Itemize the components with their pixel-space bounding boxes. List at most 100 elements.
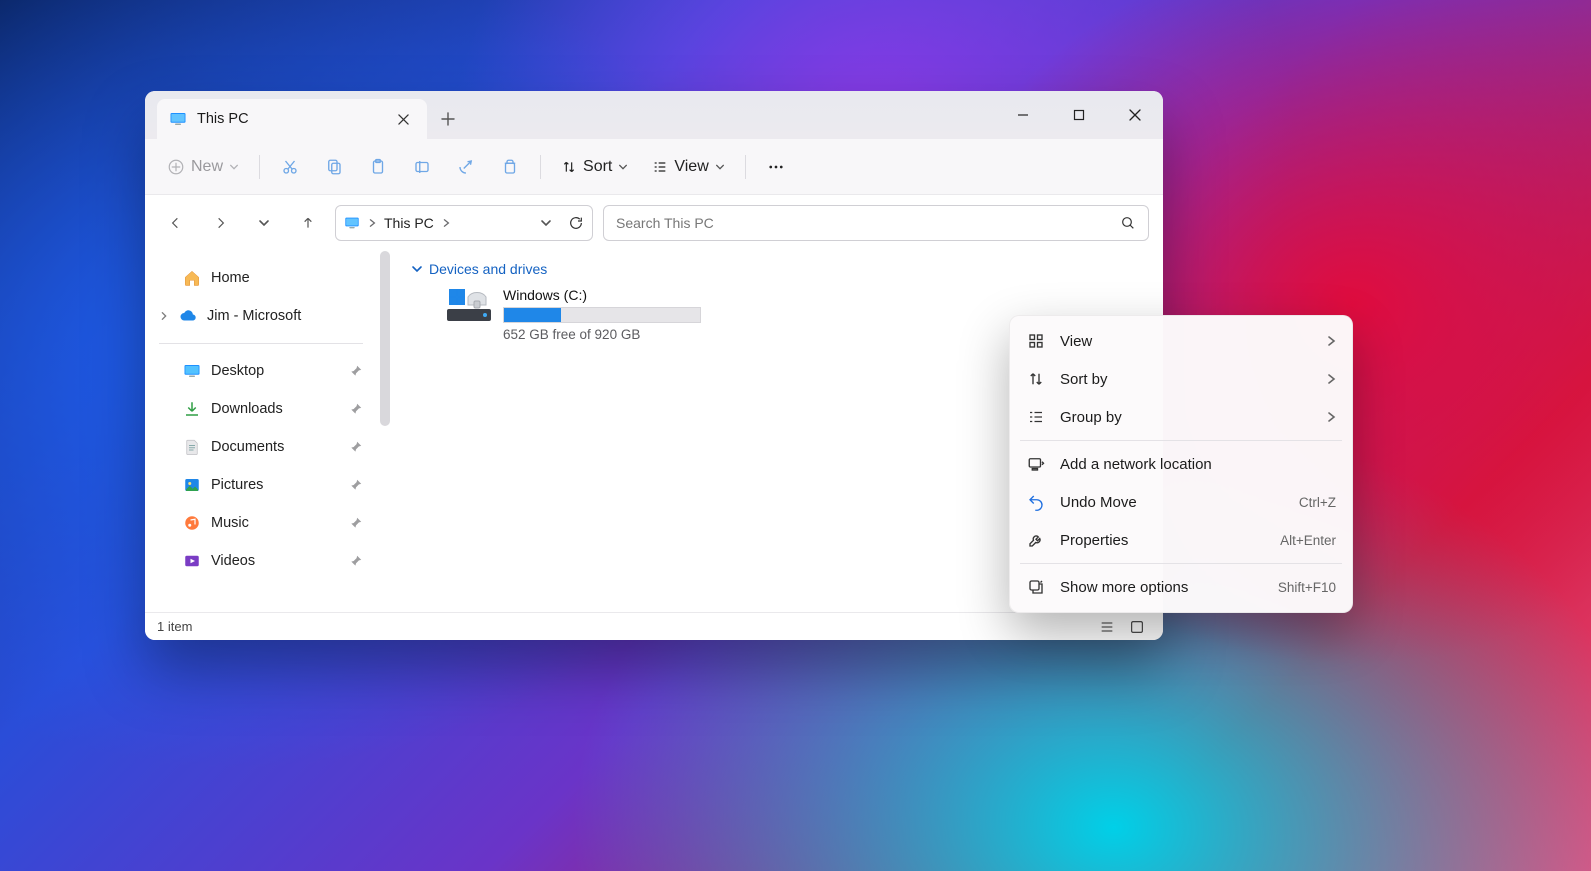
- sidebar-item-label: Documents: [211, 439, 284, 455]
- sidebar-item-label: Downloads: [211, 401, 283, 417]
- up-button[interactable]: [291, 206, 325, 240]
- details-view-button[interactable]: [1093, 616, 1121, 638]
- cloud-icon: [179, 307, 197, 325]
- ctx-item-show-more-options[interactable]: Show more optionsShift+F10: [1010, 568, 1352, 606]
- pin-icon[interactable]: [349, 554, 363, 568]
- paste-button[interactable]: [358, 149, 398, 185]
- undo-icon: [1026, 492, 1046, 512]
- drive-icon: [445, 287, 493, 327]
- netloc-icon: [1026, 454, 1046, 474]
- recent-dropdown[interactable]: [247, 206, 281, 240]
- ctx-item-label: Add a network location: [1060, 456, 1212, 473]
- search-icon: [1120, 215, 1136, 231]
- sidebar: Home Jim - Microsoft Desktop Downloads Doc…: [145, 251, 377, 612]
- copy-button[interactable]: [314, 149, 354, 185]
- ctx-item-label: View: [1060, 333, 1092, 350]
- sidebar-item-desktop[interactable]: Desktop: [145, 352, 377, 390]
- delete-button[interactable]: [490, 149, 530, 185]
- view-button[interactable]: View: [642, 149, 734, 185]
- sidebar-item-label: Videos: [211, 553, 255, 569]
- music-icon: [183, 514, 201, 532]
- ctx-item-properties[interactable]: PropertiesAlt+Enter: [1010, 521, 1352, 559]
- ctx-shortcut: Shift+F10: [1278, 580, 1336, 595]
- ctx-item-label: Undo Move: [1060, 494, 1137, 511]
- drive-free-text: 652 GB free of 920 GB: [503, 327, 701, 342]
- minimize-button[interactable]: [995, 91, 1051, 139]
- ctx-item-group-by[interactable]: Group by: [1010, 398, 1352, 436]
- view-label: View: [674, 158, 708, 176]
- sidebar-item-downloads[interactable]: Downloads: [145, 390, 377, 428]
- pictures-icon: [183, 476, 201, 494]
- videos-icon: [183, 552, 201, 570]
- group-icon: [1026, 407, 1046, 427]
- address-row: This PC Search This PC: [145, 195, 1163, 251]
- context-menu: View Sort by Group by Add a network locatio…: [1009, 315, 1353, 613]
- ctx-item-label: Group by: [1060, 409, 1122, 426]
- sidebar-item-label: Desktop: [211, 363, 264, 379]
- monitor-icon: [344, 215, 360, 231]
- sidebar-cloud[interactable]: Jim - Microsoft: [145, 297, 377, 335]
- tab-title: This PC: [197, 111, 249, 127]
- share-button[interactable]: [446, 149, 486, 185]
- pin-icon[interactable]: [349, 364, 363, 378]
- sidebar-item-label: Music: [211, 515, 249, 531]
- pin-icon[interactable]: [349, 402, 363, 416]
- chevron-right-icon[interactable]: [159, 311, 169, 321]
- search-placeholder: Search This PC: [616, 215, 714, 231]
- tab-this-pc[interactable]: This PC: [157, 99, 427, 139]
- pin-icon[interactable]: [349, 516, 363, 530]
- chevron-right-icon: [442, 218, 450, 228]
- group-label: Devices and drives: [429, 261, 547, 277]
- sort-button[interactable]: Sort: [551, 149, 638, 185]
- refresh-button[interactable]: [568, 215, 584, 231]
- new-label: New: [191, 158, 223, 176]
- new-button[interactable]: New: [157, 149, 249, 185]
- sort-label: Sort: [583, 158, 612, 176]
- sidebar-item-music[interactable]: Music: [145, 504, 377, 542]
- sidebar-home[interactable]: Home: [145, 259, 377, 297]
- sidebar-item-label: Jim - Microsoft: [207, 308, 301, 324]
- status-bar: 1 item: [145, 612, 1163, 640]
- search-input[interactable]: Search This PC: [603, 205, 1149, 241]
- address-dropdown[interactable]: [540, 217, 552, 229]
- drive-capacity-bar: [503, 307, 701, 323]
- maximize-button[interactable]: [1051, 91, 1107, 139]
- ctx-item-view[interactable]: View: [1010, 322, 1352, 360]
- sidebar-item-videos[interactable]: Videos: [145, 542, 377, 580]
- address-bar[interactable]: This PC: [335, 205, 593, 241]
- grid-icon: [1026, 331, 1046, 351]
- ctx-item-label: Properties: [1060, 532, 1128, 549]
- ctx-item-label: Sort by: [1060, 371, 1108, 388]
- home-icon: [183, 269, 201, 287]
- ctx-item-sort-by[interactable]: Sort by: [1010, 360, 1352, 398]
- file-explorer-window: This PC New Sort: [145, 91, 1163, 640]
- chevron-right-icon: [368, 218, 376, 228]
- address-location: This PC: [384, 215, 434, 231]
- group-devices-drives[interactable]: Devices and drives: [411, 261, 1145, 277]
- more-button[interactable]: [756, 149, 796, 185]
- back-button[interactable]: [159, 206, 193, 240]
- titlebar: This PC: [145, 91, 1163, 139]
- drive-name: Windows (C:): [503, 287, 701, 303]
- forward-button[interactable]: [203, 206, 237, 240]
- pin-icon[interactable]: [349, 478, 363, 492]
- sidebar-item-pictures[interactable]: Pictures: [145, 466, 377, 504]
- cut-button[interactable]: [270, 149, 310, 185]
- close-window-button[interactable]: [1107, 91, 1163, 139]
- chevron-right-icon: [1326, 411, 1336, 423]
- sidebar-item-label: Pictures: [211, 477, 263, 493]
- window-controls: [995, 91, 1163, 139]
- chevron-right-icon: [1326, 335, 1336, 347]
- ctx-item-add-a-network-location[interactable]: Add a network location: [1010, 445, 1352, 483]
- new-tab-button[interactable]: [427, 99, 469, 139]
- status-text: 1 item: [157, 619, 192, 634]
- pin-icon[interactable]: [349, 440, 363, 454]
- sidebar-scrollbar[interactable]: [377, 251, 393, 612]
- chevron-down-icon: [411, 263, 423, 275]
- downloads-icon: [183, 400, 201, 418]
- close-tab-button[interactable]: [391, 107, 415, 131]
- ctx-item-undo-move[interactable]: Undo MoveCtrl+Z: [1010, 483, 1352, 521]
- rename-button[interactable]: [402, 149, 442, 185]
- large-icons-view-button[interactable]: [1123, 616, 1151, 638]
- sidebar-item-documents[interactable]: Documents: [145, 428, 377, 466]
